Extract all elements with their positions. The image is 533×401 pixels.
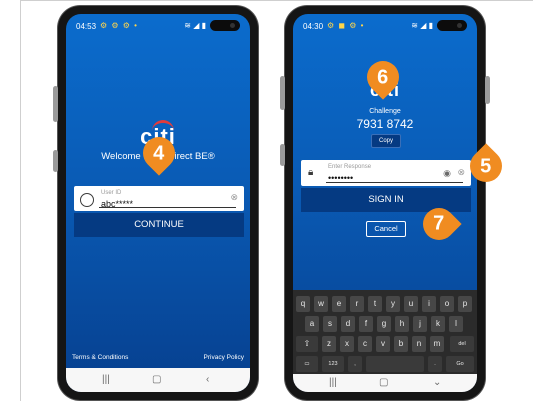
key-k[interactable]: k [431,316,445,332]
signal-icon: ≋ ◢ ▮ [184,21,206,30]
go-key[interactable]: Go [446,356,474,372]
space-key[interactable] [366,356,424,372]
challenge-label: Challenge [369,108,401,115]
user-id-field[interactable]: User ID abc***** ⊗ [74,186,244,211]
delete-key[interactable]: del [450,336,474,352]
keyboard-hide-icon[interactable]: ⌄ [433,377,441,388]
field-underline [99,207,236,208]
lock-icon: 🔒︎ [308,167,314,178]
volume-button [280,76,285,110]
key-a[interactable]: a [305,316,319,332]
recent-apps-icon[interactable]: ||| [329,377,337,388]
key-e[interactable]: e [332,296,346,312]
key-u[interactable]: u [404,296,418,312]
cancel-button[interactable]: Cancel [366,221,406,237]
nav-bar: ||| ▢ ⌄ [293,374,477,392]
privacy-link[interactable]: Privacy Policy [204,354,244,361]
camera-icon [437,20,467,31]
response-field[interactable]: 🔒︎ Enter Response •••••••• ◉ ⊗ [301,160,471,186]
shift-key[interactable]: ⇧ [296,336,318,352]
continue-button[interactable]: CONTINUE [74,213,244,237]
challenge-code: 7931 8742 [356,117,414,131]
key-h[interactable]: h [395,316,409,332]
back-icon[interactable]: ‹ [206,374,209,385]
frame-line-left [20,0,21,401]
notification-icons: ⚙ ◼ ⚙ • [327,21,365,30]
key-t[interactable]: t [368,296,382,312]
home-icon[interactable]: ▢ [152,374,161,385]
camera-icon [210,20,240,31]
eye-icon[interactable]: ◉ [443,168,451,179]
status-bar: 04:53 ⚙ ⚙ ⚙ • ≋ ◢ ▮ [66,14,250,36]
bixby-button [53,150,58,172]
key-x[interactable]: x [340,336,354,352]
numbers-key[interactable]: 123 [322,356,344,372]
key-c[interactable]: c [358,336,372,352]
key-o[interactable]: o [440,296,454,312]
copy-button[interactable]: Copy [371,134,401,148]
status-time: 04:30 [303,22,324,31]
volume-button [53,86,58,122]
key-v[interactable]: v [376,336,390,352]
status-time: 04:53 [76,22,97,31]
status-bar: 04:30 ⚙ ◼ ⚙ • ≋ ◢ ▮ [293,14,477,36]
frame-line-top [20,0,533,1]
key-d[interactable]: d [341,316,355,332]
signal-icon: ≋ ◢ ▮ [411,21,433,30]
left-phone: 04:53 ⚙ ⚙ ⚙ • ≋ ◢ ▮ citi Welcome to Citi… [53,6,258,400]
key-j[interactable]: j [413,316,427,332]
key-b[interactable]: b [394,336,408,352]
recent-apps-icon[interactable]: ||| [102,374,110,385]
key-i[interactable]: i [422,296,436,312]
home-icon[interactable]: ▢ [379,377,388,388]
bixby-button [280,144,285,166]
key-y[interactable]: y [386,296,400,312]
terms-link[interactable]: Terms & Conditions [72,354,128,361]
comma-key[interactable]: , [348,356,362,372]
notification-icons: ⚙ ⚙ ⚙ • [100,21,138,30]
key-w[interactable]: w [314,296,328,312]
user-icon [80,193,94,207]
user-id-label: User ID [101,190,122,196]
logo-arc [152,120,174,133]
nav-bar: ||| ▢ ‹ [66,368,250,392]
response-label: Enter Response [328,164,372,170]
emoji-key[interactable]: ▭ [296,356,318,372]
key-p[interactable]: p [458,296,472,312]
key-n[interactable]: n [412,336,426,352]
power-button [485,76,490,104]
key-z[interactable]: z [322,336,336,352]
key-g[interactable]: g [377,316,391,332]
clear-icon[interactable]: ⊗ [230,192,238,203]
field-underline [326,182,463,183]
key-f[interactable]: f [359,316,373,332]
period-key[interactable]: . [428,356,442,372]
key-r[interactable]: r [350,296,364,312]
key-m[interactable]: m [430,336,444,352]
key-l[interactable]: l [449,316,463,332]
left-screen: 04:53 ⚙ ⚙ ⚙ • ≋ ◢ ▮ citi Welcome to Citi… [66,14,250,392]
clear-icon[interactable]: ⊗ [457,167,465,178]
key-q[interactable]: q [296,296,310,312]
key-s[interactable]: s [323,316,337,332]
